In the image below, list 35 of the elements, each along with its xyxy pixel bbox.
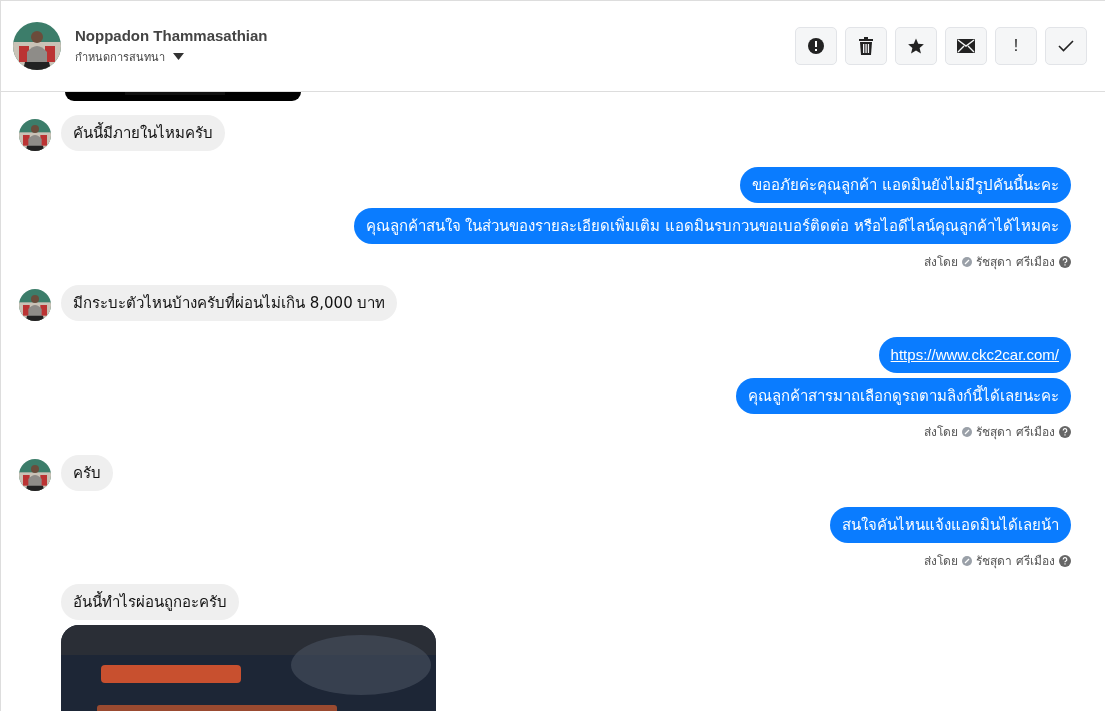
mail-button[interactable] (945, 27, 987, 65)
agent-icon (962, 555, 973, 566)
done-button[interactable] (1045, 27, 1087, 65)
message-bubble: คุณลูกค้าสนใจ ในส่วนของรายละเอียดเพิ่มเติม แอดมินรบกวนขอเบอร์ติดต่อ หรือไอดีไลน์คุณลูกค้าได้ไหมคะ (353, 208, 1071, 244)
help-icon[interactable] (1059, 554, 1071, 567)
delete-button[interactable] (845, 27, 887, 65)
sent-by-label: ส่งโดย (924, 254, 959, 271)
message-bubble: สนใจคันไหนแจ้งแอดมินได้เลยน้า (830, 507, 1071, 543)
sent-by-label: ส่งโดย (924, 553, 959, 570)
check-icon (1058, 40, 1074, 52)
agent-icon (962, 256, 973, 267)
important-button[interactable]: ! (995, 27, 1037, 65)
report-button[interactable] (795, 27, 837, 65)
message-bubble: คุณลูกค้าสารมาถเลือกดูรถตามลิงก์นี้ได้เลยนะคะ (736, 378, 1071, 414)
agent-name: รัชสุดา ศรีเมือง (976, 424, 1055, 441)
message-bubble: อันนี้ทำไรผ่อนถูกอะครับ (61, 584, 239, 620)
conversation-dropdown[interactable]: กำหนดการสนทนา (75, 47, 781, 66)
agent-icon (962, 426, 973, 437)
mail-icon (957, 39, 975, 53)
link-bubble[interactable]: https://www.ckc2car.com/ (878, 337, 1071, 373)
message-bubble: ครับ (61, 455, 113, 491)
alert-icon (807, 37, 825, 55)
contact-name: Noppadon Thammasathian (75, 26, 269, 44)
message-bubble: ขออภัยค่ะคุณลูกค้า แอดมินยังไม่มีรูปคันนี้นะคะ (740, 167, 1071, 203)
help-icon[interactable] (1059, 425, 1071, 438)
caret-icon (173, 53, 184, 60)
star-icon (907, 37, 925, 55)
help-icon[interactable] (1059, 255, 1071, 268)
trash-icon (858, 37, 874, 55)
message-bubble: มีกระบะตัวไหนบ้างครับที่ผ่อนไม่เกิน 8,000 บาท (61, 285, 398, 321)
sent-by-label: ส่งโดย (924, 424, 959, 441)
star-button[interactable] (895, 27, 937, 65)
agent-name: รัชสุดา ศรีเมือง (976, 553, 1055, 570)
message-bubble: คันนี้มีภายในไหมครับ (61, 115, 225, 151)
agent-name: รัชสุดา ศรีเมือง (976, 254, 1055, 271)
